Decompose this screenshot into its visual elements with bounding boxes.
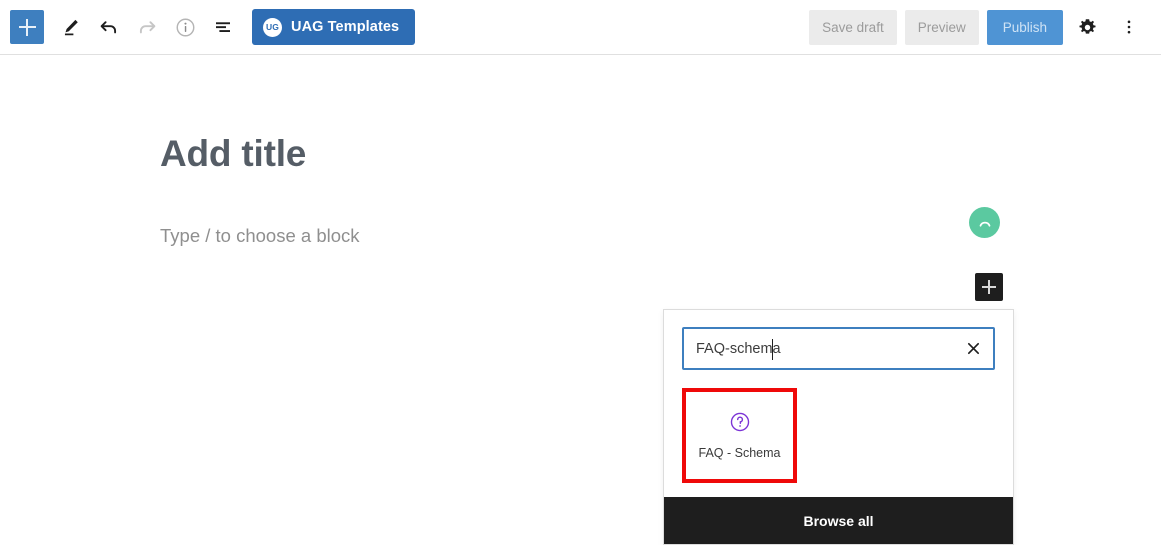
browse-all-button[interactable]: Browse all: [664, 497, 1013, 544]
more-vertical-icon: [1119, 17, 1139, 37]
editor-header: UG UAG Templates Save draft Preview Publ…: [0, 0, 1161, 55]
undo-arrow-icon: [97, 15, 121, 39]
redo-button[interactable]: [128, 8, 166, 46]
uag-logo-badge: UG: [263, 18, 282, 37]
browse-all-label: Browse all: [803, 513, 873, 529]
block-item-label: FAQ - Schema: [699, 446, 781, 461]
block-search-results: FAQ - Schema: [664, 382, 1013, 497]
preview-button[interactable]: Preview: [905, 10, 979, 45]
editor-canvas: Add title Type / to choose a block: [0, 55, 1161, 523]
redo-arrow-icon: [135, 15, 159, 39]
header-left-toolbar: UG UAG Templates: [0, 8, 415, 46]
info-circle-icon: [174, 16, 197, 39]
gear-icon: [1077, 17, 1098, 38]
seo-status-indicator[interactable]: [969, 207, 1000, 238]
details-button[interactable]: [166, 8, 204, 46]
block-inserter-popover: FAQ - Schema Browse all: [663, 309, 1014, 545]
pen-icon: [60, 16, 82, 38]
list-view-icon: [211, 15, 235, 39]
undo-button[interactable]: [90, 8, 128, 46]
block-item-faq-schema[interactable]: FAQ - Schema: [682, 388, 797, 483]
publish-button[interactable]: Publish: [987, 10, 1063, 45]
arc-circle-icon: [975, 213, 995, 233]
list-view-button[interactable]: [204, 8, 242, 46]
uag-templates-label: UAG Templates: [291, 19, 399, 35]
inserter-search-wrapper: [664, 310, 1013, 382]
plus-icon-vertical: [988, 280, 990, 294]
post-title-placeholder[interactable]: Add title: [160, 133, 306, 175]
question-circle-icon: [729, 411, 751, 433]
canvas-block-inserter-button[interactable]: [975, 273, 1003, 301]
text-caret: [772, 339, 773, 360]
close-x-icon: [965, 340, 982, 357]
header-right-toolbar: Save draft Preview Publish: [801, 9, 1161, 45]
block-search-input[interactable]: [684, 329, 953, 368]
uag-templates-button[interactable]: UG UAG Templates: [252, 9, 415, 45]
default-block-placeholder[interactable]: Type / to choose a block: [160, 225, 360, 247]
plus-icon-vertical: [26, 19, 28, 36]
more-options-button[interactable]: [1111, 9, 1147, 45]
toggle-block-inserter-button[interactable]: [10, 10, 44, 44]
tools-pen-button[interactable]: [52, 8, 90, 46]
inserter-search-box[interactable]: [682, 327, 995, 370]
save-draft-button[interactable]: Save draft: [809, 10, 897, 45]
block-results-grid: FAQ - Schema: [682, 388, 995, 483]
clear-search-button[interactable]: [953, 329, 993, 368]
settings-button[interactable]: [1069, 9, 1105, 45]
